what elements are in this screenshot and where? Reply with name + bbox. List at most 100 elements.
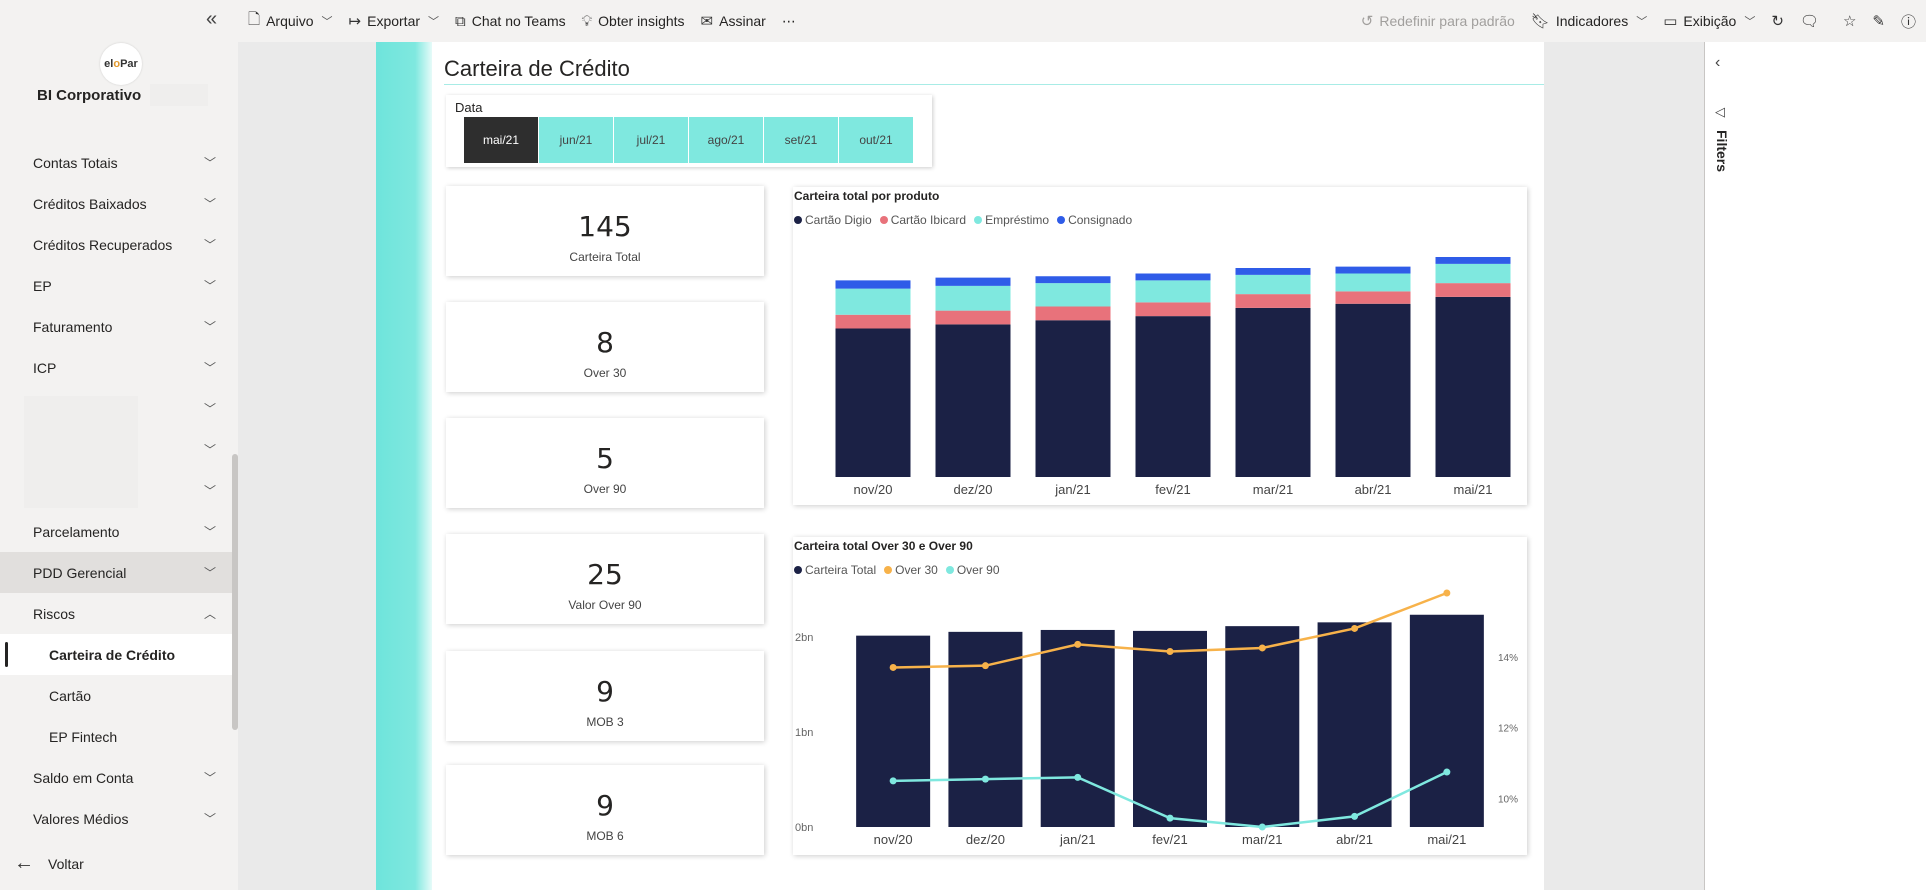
mail-icon: ✉ <box>700 13 714 30</box>
kpi-card-mob-3[interactable]: 9 MOB 3 <box>446 651 764 741</box>
kpi-value: 25 <box>587 558 623 591</box>
x-tick-label: abr/21 <box>1355 482 1392 497</box>
bar-segment <box>1335 303 1411 477</box>
nav-item-parcelamento[interactable]: Parcelamento ﹀ <box>0 511 232 552</box>
y-left-tick-label: 2bn <box>795 632 813 644</box>
slicer-option-out21[interactable]: out/21 <box>839 117 913 163</box>
kpi-label: MOB 3 <box>586 715 624 729</box>
toolbar: 🗋 Arquivo ﹀ ↦ Exportar ﹀ ⧉ Chat no Teams 💡︎ Ob… <box>238 0 1926 42</box>
slicer-option-ago21[interactable]: ago/21 <box>689 117 763 163</box>
nav-item-riscos[interactable]: Riscos ︿ <box>0 593 232 634</box>
x-tick-label: nov/20 <box>874 832 913 847</box>
x-tick-label: mai/21 <box>1453 482 1492 497</box>
edit-button[interactable]: ✎ <box>1872 12 1885 30</box>
kpi-card-carteira-total[interactable]: 145 Carteira Total <box>446 186 764 276</box>
arrow-left-icon: ← <box>14 852 34 874</box>
slicer-option-set21[interactable]: set/21 <box>764 117 838 163</box>
x-tick-label: abr/21 <box>1336 832 1373 847</box>
slicer-option-jul21[interactable]: jul/21 <box>614 117 688 163</box>
more-options-button[interactable]: ⋯ <box>782 13 796 30</box>
nav-subitem-carteira-de-credito[interactable]: Carteira de Crédito <box>0 634 232 675</box>
x-tick-label: jan/21 <box>1054 482 1090 497</box>
insights-label: Obter insights <box>598 13 685 29</box>
filter-icon: ◁ <box>1715 104 1725 119</box>
data-point <box>1258 644 1266 652</box>
nav-item-faturamento[interactable]: Faturamento ﹀ <box>0 306 232 347</box>
back-button[interactable]: ← Voltar <box>14 852 84 875</box>
bar <box>1040 629 1115 827</box>
y-left-tick-label: 0bn <box>795 822 813 834</box>
title-divider <box>444 84 1544 85</box>
kpi-value: 8 <box>596 326 614 359</box>
teams-chat-button[interactable]: ⧉ Chat no Teams <box>455 13 566 30</box>
nav-item-contas-totais[interactable]: Contas Totais ﹀ <box>0 142 232 183</box>
subscribe-button[interactable]: ✉ Assinar <box>701 12 766 30</box>
bar-segment <box>1435 257 1511 264</box>
collapse-nav-icon[interactable]: « <box>206 8 217 31</box>
undo-icon: ↺ <box>1360 13 1374 30</box>
nav-subitem-cartao[interactable]: Cartão <box>0 675 232 716</box>
kpi-card-over-90[interactable]: 5 Over 90 <box>446 418 764 508</box>
refresh-button[interactable]: ↻ <box>1771 12 1784 30</box>
date-slicer: Data mai/21 jun/21 jul/21 ago/21 set/21 … <box>446 95 932 167</box>
slicer-option-jun21[interactable]: jun/21 <box>539 117 613 163</box>
nav-item-saldo-em-conta[interactable]: Saldo em Conta ﹀ <box>0 757 232 798</box>
kpi-value: 9 <box>596 789 614 822</box>
view-icon: ▭ <box>1663 13 1678 30</box>
chevron-up-icon: ︿ <box>203 606 216 621</box>
bar-segment <box>1135 302 1211 317</box>
kpi-card-mob-6[interactable]: 9 MOB 6 <box>446 765 764 855</box>
file-label: Arquivo <box>266 13 314 29</box>
chart-over30-over90[interactable]: Carteira total Over 30 e Over 90 Carteir… <box>793 537 1527 855</box>
document-icon: 🗋 <box>248 10 261 28</box>
comments-button[interactable]: 🗨︎ <box>1800 12 1819 30</box>
data-point <box>981 775 989 783</box>
nav-item-ep[interactable]: EP ﹀ <box>0 265 232 306</box>
y-right-tick-label: 10% <box>1498 795 1518 806</box>
bookmarks-menu[interactable]: 🔖︎ Indicadores ﹀ <box>1531 12 1647 30</box>
nav-item-creditos-baixados[interactable]: Créditos Baixados ﹀ <box>0 183 232 224</box>
nav-item-creditos-recuperados[interactable]: Créditos Recuperados ﹀ <box>0 224 232 265</box>
x-tick-label: mar/21 <box>1253 482 1293 497</box>
kpi-value: 5 <box>596 442 614 475</box>
slicer-option-mai21[interactable]: mai/21 <box>464 117 538 163</box>
kpi-label: Valor Over 90 <box>568 598 642 612</box>
kpi-label: Over 30 <box>583 366 627 380</box>
chevron-down-icon: ﹀ <box>203 319 216 334</box>
y-right-tick-label: 12% <box>1498 724 1518 735</box>
data-point <box>1443 768 1451 776</box>
info-button[interactable]: ⓘ <box>1901 11 1916 32</box>
bar-segment <box>1435 296 1511 477</box>
nav-item-valores-medios[interactable]: Valores Médios ﹀ <box>0 798 232 839</box>
nav-item-icp[interactable]: ICP ﹀ <box>0 347 232 388</box>
expand-filters-icon[interactable]: ‹ <box>1715 54 1720 72</box>
toolbar-right: ↺ Redefinir para padrão 🔖︎ Indicadores ﹀ ▭ E… <box>1351 0 1926 42</box>
favorite-button[interactable]: ☆ <box>1843 12 1856 30</box>
kpi-card-over-30[interactable]: 8 Over 30 <box>446 302 764 392</box>
redacted-block <box>24 396 138 508</box>
insights-button[interactable]: 💡︎ Obter insights <box>582 13 685 30</box>
x-tick-label: fev/21 <box>1155 482 1190 497</box>
kpi-card-valor-over-90[interactable]: 25 Valor Over 90 <box>446 534 764 624</box>
nav-item-pdd-gerencial[interactable]: PDD Gerencial ﹀ <box>0 552 232 593</box>
info-icon: ⓘ <box>1900 13 1916 31</box>
slicer-label: Data <box>455 100 483 115</box>
bar-segment <box>1135 280 1211 303</box>
chevron-down-icon: ﹀ <box>203 155 216 170</box>
lightbulb-icon: 💡︎ <box>581 12 593 30</box>
filters-label[interactable]: Filters <box>1714 130 1730 172</box>
chevron-down-icon: ﹀ <box>203 237 216 252</box>
nav-subitem-ep-fintech[interactable]: EP Fintech <box>0 716 232 757</box>
bar-segment <box>1035 283 1111 307</box>
file-menu[interactable]: 🗋 Arquivo ﹀ <box>248 9 333 34</box>
x-tick-label: nov/20 <box>853 482 892 497</box>
bar-segment <box>835 328 911 477</box>
chevron-down-icon: ﹀ <box>1744 16 1756 28</box>
data-point <box>981 662 989 670</box>
data-point <box>1074 640 1082 648</box>
x-tick-label: mai/21 <box>1427 832 1466 847</box>
reset-default-button[interactable]: ↺ Redefinir para padrão <box>1361 12 1515 30</box>
view-menu[interactable]: ▭ Exibição ﹀ <box>1663 12 1755 30</box>
chart-carteira-por-produto[interactable]: Carteira total por produto Cartão Digio C… <box>793 187 1527 505</box>
export-menu[interactable]: ↦ Exportar ﹀ <box>349 12 440 30</box>
